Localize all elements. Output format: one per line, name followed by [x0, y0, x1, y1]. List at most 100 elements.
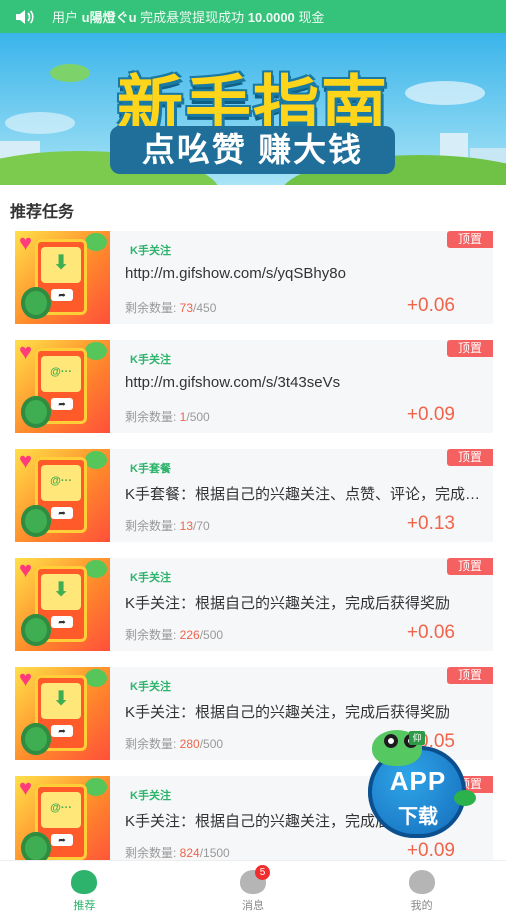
- guide-banner[interactable]: 新手指南 点吆赞 赚大钱: [0, 33, 506, 185]
- task-thumbnail: ♥ ⬇ ➦: [15, 667, 110, 760]
- task-type-icon: ⬇: [52, 688, 70, 710]
- frog-eye-icon: [384, 734, 398, 748]
- pinned-badge: 顶置: [447, 558, 493, 575]
- task-thumbnail: ♥ ⬇ ➦: [15, 231, 110, 324]
- tab-messages-label: 消息: [242, 900, 264, 912]
- mascot-sign: 仰: [409, 731, 425, 745]
- frog-icon: [85, 342, 107, 360]
- frog-icon: [85, 451, 107, 469]
- remain-total: /500: [186, 410, 210, 424]
- task-title: K手关注：根据自己的兴趣关注，完成后获得奖励: [125, 595, 451, 612]
- remain-total: /500: [199, 628, 224, 642]
- task-card[interactable]: ♥ ⬇ ➦ K手关注 K手关注：根据自己的兴趣关注，完成后获得奖励 剩余数量: …: [15, 558, 493, 651]
- task-card[interactable]: ♥ @··· ➦ K手关注 http://m.gifshow.com/s/3t4…: [15, 340, 493, 433]
- task-reward: +0.06: [406, 622, 455, 643]
- remain-count: 824: [179, 846, 200, 860]
- task-remaining: 剩余数量: 13/70: [125, 517, 210, 534]
- app-download-button[interactable]: 仰 APP 下载: [366, 728, 478, 856]
- remain-count: 13: [179, 519, 194, 533]
- remain-label: 剩余数量:: [125, 410, 180, 424]
- share-arrow-icon: ➦: [51, 616, 73, 628]
- task-reward: +0.09: [406, 404, 455, 425]
- task-card[interactable]: ♥ ⬇ ➦ K手关注 http://m.gifshow.com/s/yqSBhy…: [15, 231, 493, 324]
- task-tag: K手关注: [130, 572, 171, 584]
- tab-recommend-label: 推荐: [73, 900, 96, 912]
- task-type-icon: @···: [50, 802, 72, 814]
- task-remaining: 剩余数量: 226/500: [125, 626, 223, 643]
- tab-recommend[interactable]: 推荐: [0, 861, 169, 916]
- remain-count: 280: [179, 737, 200, 751]
- task-tag: K手关注: [130, 681, 171, 693]
- section-title: 推荐任务: [10, 204, 75, 221]
- remain-label: 剩余数量:: [125, 737, 180, 751]
- task-title: http://m.gifshow.com/s/3t43seVs: [125, 374, 341, 391]
- task-remaining: 剩余数量: 824/1500: [125, 844, 230, 861]
- tab-profile[interactable]: 我的: [337, 861, 506, 916]
- melon-icon: [21, 396, 51, 428]
- message-count-badge: 5: [255, 865, 270, 880]
- remain-label: 剩余数量:: [125, 301, 180, 315]
- task-title: K手关注：根据自己的兴趣关注，完成后获得奖励: [125, 704, 451, 721]
- task-reward: +0.13: [406, 513, 455, 534]
- notice-suffix: 现金: [298, 10, 325, 25]
- task-tag: K手套餐: [130, 463, 171, 475]
- melon-icon: [21, 505, 51, 537]
- task-type-icon: ⬇: [52, 579, 70, 601]
- remain-total: /500: [199, 737, 224, 751]
- share-arrow-icon: ➦: [51, 725, 73, 737]
- remain-label: 剩余数量:: [125, 519, 180, 533]
- task-remaining: 剩余数量: 280/500: [125, 735, 223, 752]
- pinned-badge: 顶置: [447, 231, 493, 248]
- notice-bar: 用户 u陽燈ぐu 完成悬赏提现成功 10.0000 现金: [0, 0, 506, 33]
- tab-messages[interactable]: 5 消息: [169, 861, 338, 916]
- download-label-app: APP: [389, 766, 447, 796]
- frog-icon: [85, 233, 107, 251]
- task-thumbnail: ♥ @··· ➦: [15, 776, 110, 869]
- remain-count: 73: [179, 301, 194, 315]
- task-remaining: 剩余数量: 73/450: [125, 299, 216, 316]
- notice-user: u陽燈ぐu: [81, 10, 137, 25]
- tab-profile-label: 我的: [410, 900, 433, 912]
- share-arrow-icon: ➦: [51, 507, 73, 519]
- task-type-icon: @···: [50, 366, 72, 378]
- leaf-icon: [454, 790, 476, 806]
- download-label: 下载: [398, 806, 438, 828]
- remain-count: 226: [179, 628, 200, 642]
- notice-amount: 10.0000: [247, 10, 295, 25]
- task-tag: K手关注: [130, 790, 171, 802]
- frog-icon: [85, 778, 107, 796]
- frog-profile-icon: [408, 870, 435, 894]
- frog-icon: [85, 560, 107, 578]
- melon-icon: [21, 614, 51, 646]
- task-thumbnail: ♥ @··· ➦: [15, 340, 110, 433]
- share-arrow-icon: ➦: [51, 289, 73, 301]
- remain-total: /1500: [199, 846, 230, 860]
- pinned-badge: 顶置: [447, 340, 493, 357]
- notice-text: 用户 u陽燈ぐu 完成悬赏提现成功 10.0000 现金: [52, 7, 324, 26]
- melon-icon: [21, 287, 51, 319]
- task-card[interactable]: ♥ @··· ➦ K手套餐 K手套餐：根据自己的兴趣关注、点赞、评论，完成后获得…: [15, 449, 493, 542]
- remain-label: 剩余数量:: [125, 628, 180, 642]
- remain-total: /70: [193, 519, 210, 533]
- pinned-badge: 顶置: [447, 667, 493, 684]
- task-type-icon: ⬇: [52, 252, 70, 274]
- banner-subtitle: 点吆赞 赚大钱: [110, 126, 395, 174]
- task-thumbnail: ♥ @··· ➦: [15, 449, 110, 542]
- task-type-icon: @···: [50, 475, 72, 487]
- task-thumbnail: ♥ ⬇ ➦: [15, 558, 110, 651]
- speaker-icon: [14, 6, 36, 28]
- task-title: K手套餐：根据自己的兴趣关注、点赞、评论，完成后获得奖励: [125, 486, 493, 503]
- task-remaining: 剩余数量: 1/500: [125, 408, 210, 425]
- remain-label: 剩余数量:: [125, 846, 180, 860]
- notice-prefix: 用户: [52, 10, 79, 25]
- frog-recommend-icon: [71, 870, 98, 894]
- share-arrow-icon: ➦: [51, 398, 73, 410]
- task-title: http://m.gifshow.com/s/yqSBhy8o: [125, 265, 346, 282]
- pinned-badge: 顶置: [447, 449, 493, 466]
- remain-total: /450: [193, 301, 217, 315]
- melon-icon: [21, 723, 51, 755]
- task-reward: +0.06: [406, 295, 455, 316]
- bottom-tab-bar: 推荐 5 消息 我的: [0, 860, 506, 916]
- frog-icon: [85, 669, 107, 687]
- share-arrow-icon: ➦: [51, 834, 73, 846]
